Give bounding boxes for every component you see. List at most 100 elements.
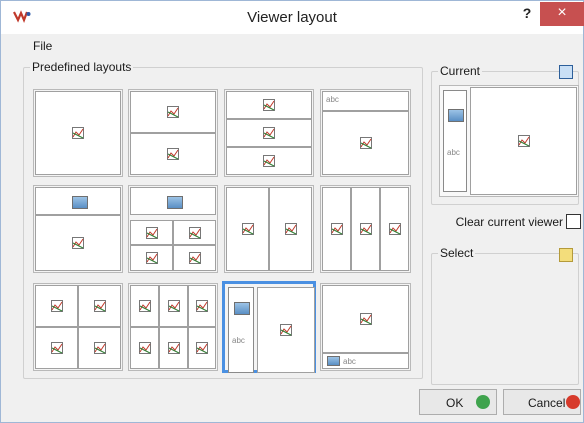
layout-pane <box>188 285 216 327</box>
chart-image-icon <box>359 223 372 235</box>
chart-image-icon <box>72 237 84 249</box>
chart-image-icon <box>188 252 201 264</box>
clear-current-viewer-checkbox[interactable] <box>566 214 581 229</box>
layout-pane <box>226 91 312 119</box>
menu-file[interactable]: File <box>33 39 52 53</box>
chart-image-icon <box>145 226 158 239</box>
layout-pane <box>159 327 188 369</box>
ok-button[interactable]: OK <box>419 389 497 415</box>
viewer-layout-dialog: Viewer layout ? × File Predefined layout… <box>0 0 584 423</box>
layout-pane <box>130 220 173 245</box>
current-sidebar-pane: abc <box>443 90 467 192</box>
chart-image-icon <box>330 223 343 235</box>
predefined-layouts-label: Predefined layouts <box>30 60 134 74</box>
chart-image-icon <box>263 99 275 111</box>
abc-label: abc <box>447 148 460 157</box>
layout-pane <box>226 147 312 175</box>
cancel-icon <box>566 395 580 409</box>
menu-bar: File <box>1 35 583 55</box>
layout-header-text-with-viewer[interactable]: abc <box>320 89 411 177</box>
layout-pane <box>35 215 121 271</box>
chart-image-icon <box>188 226 201 239</box>
layout-sidebar-viewer-selected[interactable]: abc <box>222 281 316 373</box>
chart-image-icon <box>138 342 151 354</box>
layout-pane <box>159 285 188 327</box>
layout-pane <box>226 119 312 147</box>
select-group: Select <box>431 246 579 385</box>
layout-photo-header-grid[interactable] <box>128 185 218 273</box>
layout-pane <box>35 327 78 369</box>
chart-image-icon <box>167 342 180 354</box>
chart-image-icon <box>145 252 158 264</box>
photo-thumbnail-icon <box>167 196 183 209</box>
layout-pane <box>130 91 216 133</box>
layout-2x2-grid[interactable] <box>33 283 123 371</box>
chart-image-icon <box>196 300 208 312</box>
layout-pane <box>322 285 409 353</box>
layout-3x2-grid[interactable] <box>128 283 218 371</box>
photo-thumbnail-icon <box>327 356 340 366</box>
photo-thumbnail-icon <box>72 196 88 209</box>
layout-pane <box>269 187 312 271</box>
chart-image-icon <box>167 106 179 118</box>
cancel-label: Cancel <box>528 396 566 410</box>
layout-two-rows[interactable] <box>128 89 218 177</box>
layout-photo-header-viewer[interactable] <box>33 185 123 273</box>
chart-image-icon <box>138 300 151 312</box>
layout-pane <box>35 285 78 327</box>
abc-label: abc <box>343 357 356 366</box>
checkmark-icon <box>476 395 490 409</box>
current-label: Current <box>438 64 483 78</box>
layout-viewer-footer-text[interactable]: abc <box>320 283 411 371</box>
chart-image-icon <box>72 127 84 139</box>
layout-three-columns[interactable] <box>320 185 411 273</box>
clear-current-viewer-row[interactable]: Clear current viewer <box>441 213 581 231</box>
cancel-button[interactable]: Cancel <box>503 389 581 415</box>
layout-pane <box>35 91 121 175</box>
layout-pane <box>173 220 216 245</box>
layout-pane <box>226 187 269 271</box>
layout-pane <box>380 187 409 271</box>
layout-pane <box>322 111 409 175</box>
chart-image-icon <box>517 135 530 147</box>
layout-pane <box>130 245 173 271</box>
layout-pane <box>35 187 121 215</box>
chart-image-icon <box>93 342 106 354</box>
help-button[interactable]: ? <box>517 5 537 27</box>
layout-pane <box>130 133 216 175</box>
abc-label: abc <box>326 95 339 104</box>
open-folder-icon[interactable] <box>559 248 573 262</box>
layout-pane <box>78 285 121 327</box>
ok-label: OK <box>446 396 464 410</box>
abc-label: abc <box>232 336 245 345</box>
select-label: Select <box>438 246 476 260</box>
layout-three-rows[interactable] <box>224 89 314 177</box>
layout-pane: abc <box>228 287 254 373</box>
dialog-title: Viewer layout <box>247 9 337 26</box>
layout-pane <box>130 285 159 327</box>
layout-pane <box>351 187 380 271</box>
chart-image-icon <box>167 148 179 160</box>
chart-image-icon <box>284 223 297 235</box>
clear-current-viewer-label: Clear current viewer <box>455 215 563 229</box>
layout-pane <box>257 287 315 373</box>
chart-image-icon <box>196 342 208 354</box>
chart-image-icon <box>167 300 180 312</box>
layout-two-columns[interactable] <box>224 185 314 273</box>
photo-thumbnail-icon <box>234 302 250 315</box>
layout-pane <box>188 327 216 369</box>
close-button[interactable]: × <box>540 2 584 26</box>
layout-single[interactable] <box>33 89 123 177</box>
chart-image-icon <box>93 300 106 312</box>
chart-image-icon <box>359 313 372 325</box>
title-bar: Viewer layout ? × <box>1 1 584 34</box>
chart-image-icon <box>388 223 401 235</box>
save-icon[interactable] <box>559 65 573 79</box>
layout-pane <box>78 327 121 369</box>
layout-pane <box>130 327 159 369</box>
photo-thumbnail-icon <box>448 109 464 122</box>
chart-image-icon <box>359 137 372 149</box>
chart-image-icon <box>241 223 254 235</box>
chart-image-icon <box>280 324 292 336</box>
layout-pane <box>322 187 351 271</box>
